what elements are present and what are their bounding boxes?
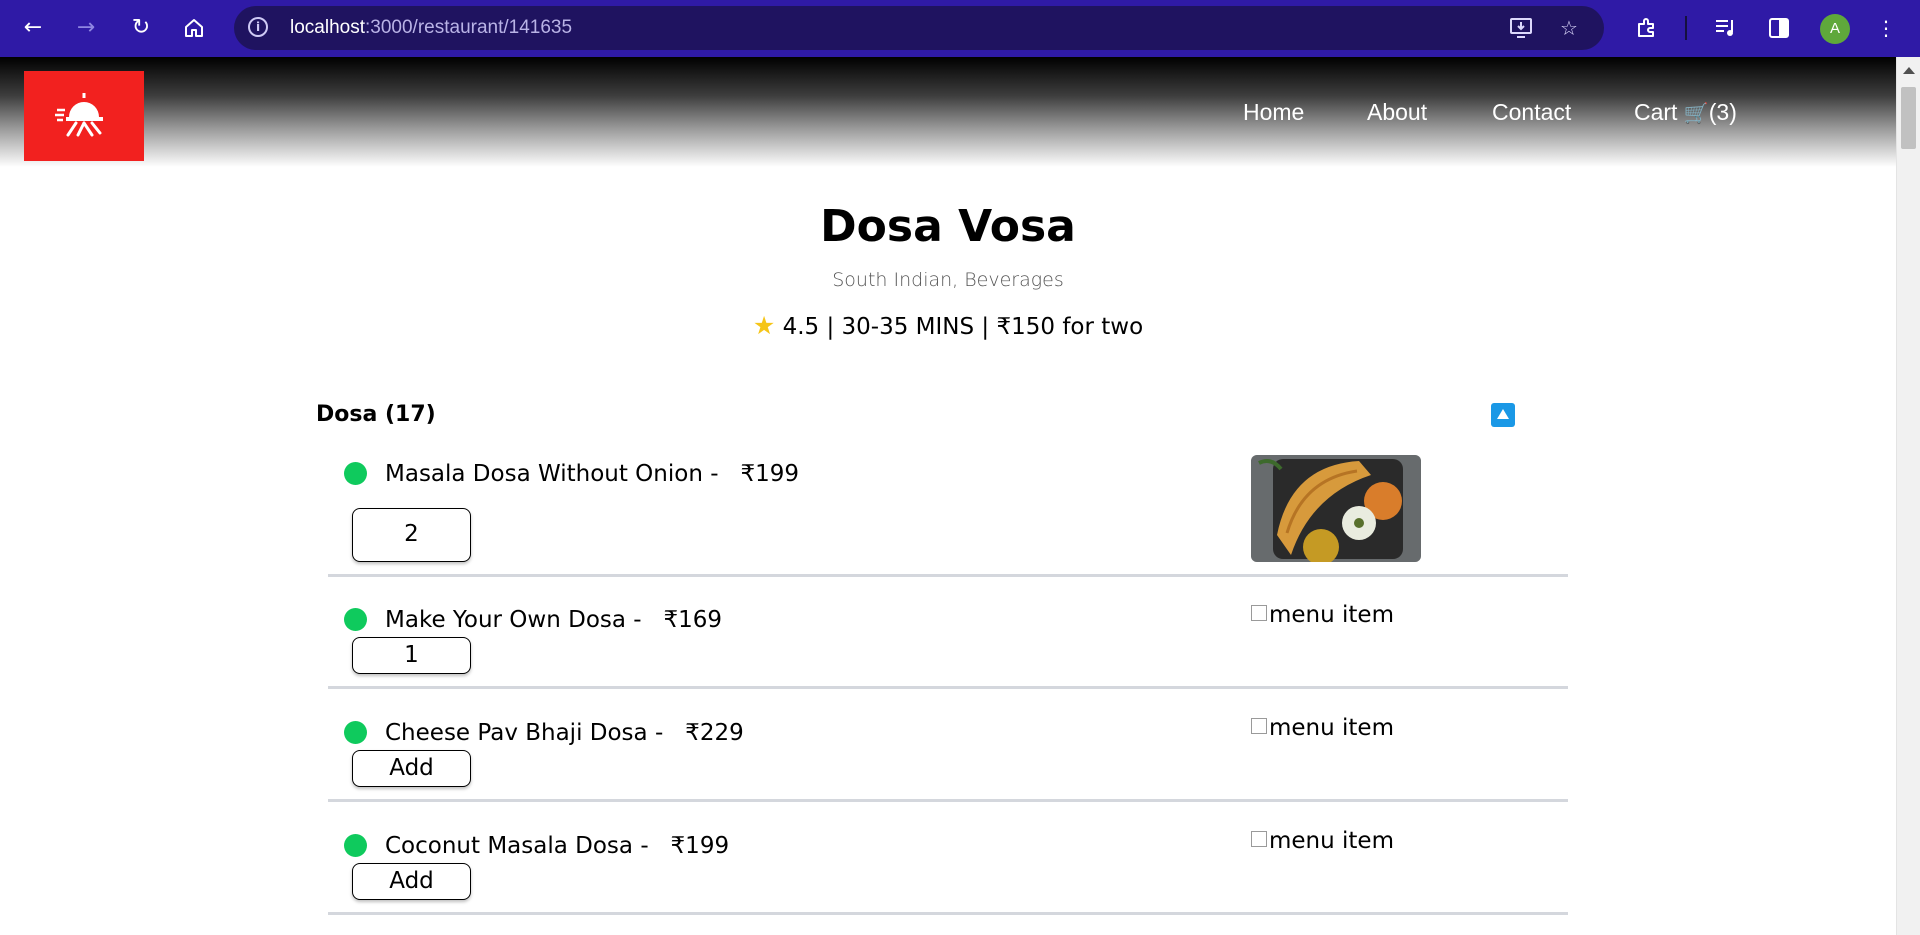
- cart-icon: 🛒: [1683, 103, 1709, 125]
- add-to-cart-button[interactable]: 1: [352, 637, 471, 674]
- delivery-time: 30-35 MINS: [841, 314, 975, 340]
- image-alt-text: menu item: [1269, 602, 1394, 628]
- scroll-up-arrow-icon[interactable]: [1903, 67, 1915, 74]
- home-icon[interactable]: [179, 13, 209, 43]
- item-divider: [328, 799, 1568, 802]
- media-controls-icon[interactable]: [1711, 13, 1741, 43]
- star-icon: ★: [752, 311, 776, 340]
- broken-image-icon: [1251, 831, 1267, 847]
- logo[interactable]: [24, 71, 144, 161]
- image-alt-text: menu item: [1269, 715, 1394, 741]
- cart-label: Cart: [1634, 99, 1678, 125]
- veg-indicator-icon: [344, 834, 367, 857]
- menu-item: Cheese Pav Bhaji Dosa - ₹229 Add menu it…: [328, 709, 1568, 802]
- install-app-icon[interactable]: [1508, 15, 1534, 41]
- url-text[interactable]: localhost:3000/restaurant/141635: [290, 16, 572, 40]
- item-divider: [328, 686, 1568, 689]
- rating: 4.5: [782, 314, 820, 340]
- restaurant-meta: ★ 4.5 | 30-35 MINS | ₹150 for two: [0, 311, 1896, 342]
- add-to-cart-button[interactable]: Add: [352, 863, 471, 900]
- menu-item-image: [1251, 455, 1421, 562]
- profile-avatar[interactable]: A: [1820, 14, 1850, 44]
- site-info-icon[interactable]: i: [248, 17, 268, 37]
- url-path: :3000/restaurant/141635: [365, 17, 573, 38]
- add-to-cart-button[interactable]: Add: [352, 750, 471, 787]
- side-panel-icon[interactable]: [1764, 13, 1794, 43]
- broken-image-icon: [1251, 605, 1267, 621]
- menu-item-name: Coconut Masala Dosa - ₹199: [385, 833, 730, 859]
- menu-item-image: menu item: [1251, 826, 1394, 856]
- cart-count: (3): [1708, 99, 1737, 125]
- menu-item: Coconut Masala Dosa - ₹199 Add menu item: [328, 822, 1568, 915]
- meta-separator: |: [981, 314, 990, 340]
- menu-item-image: menu item: [1251, 600, 1394, 630]
- item-divider: [328, 912, 1568, 915]
- nav-cart-link[interactable]: Cart 🛒(3): [1634, 99, 1737, 126]
- delivery-bell-logo-icon: [55, 93, 103, 137]
- menu-item: Make Your Own Dosa - ₹169 1 menu item: [328, 596, 1568, 689]
- address-bar[interactable]: i localhost:3000/restaurant/141635 ☆: [234, 6, 1604, 50]
- item-divider: [328, 574, 1568, 577]
- page-scrollbar[interactable]: [1896, 57, 1920, 935]
- collapse-toggle-icon[interactable]: [1491, 403, 1515, 427]
- menu-item-name: Masala Dosa Without Onion - ₹199: [385, 461, 799, 487]
- site-header: Home About Contact Cart 🛒(3): [0, 57, 1896, 167]
- nav-about-link[interactable]: About: [1367, 99, 1427, 126]
- browser-toolbar: ← → ↻ i localhost:3000/restaurant/141635…: [0, 0, 1920, 57]
- menu-item-image: menu item: [1251, 713, 1394, 743]
- nav-contact-link[interactable]: Contact: [1492, 99, 1571, 126]
- url-host: localhost: [290, 17, 365, 38]
- broken-image-icon: [1251, 718, 1267, 734]
- veg-indicator-icon: [344, 608, 367, 631]
- veg-indicator-icon: [344, 462, 367, 485]
- toolbar-divider: [1685, 16, 1687, 40]
- restaurant-cuisines: South Indian, Beverages: [832, 269, 1064, 291]
- veg-indicator-icon: [344, 721, 367, 744]
- reload-icon[interactable]: ↻: [126, 13, 156, 43]
- back-arrow-icon[interactable]: ←: [18, 13, 48, 43]
- scroll-thumb[interactable]: [1901, 87, 1916, 149]
- extensions-icon[interactable]: [1632, 13, 1662, 43]
- menu-category-title[interactable]: Dosa (17): [316, 401, 436, 429]
- add-to-cart-button[interactable]: 2: [352, 508, 471, 562]
- cost-for-two: ₹150 for two: [996, 314, 1144, 340]
- meta-separator: |: [826, 314, 835, 340]
- forward-arrow-icon[interactable]: →: [71, 13, 101, 43]
- menu-item-name: Cheese Pav Bhaji Dosa - ₹229: [385, 720, 744, 746]
- menu-item: Masala Dosa Without Onion - ₹199 2: [328, 452, 1568, 577]
- bookmark-star-icon[interactable]: ☆: [1556, 15, 1582, 41]
- nav-home-link[interactable]: Home: [1243, 99, 1304, 126]
- restaurant-name: Dosa Vosa: [820, 201, 1076, 252]
- more-menu-icon[interactable]: ⋮: [1871, 13, 1901, 43]
- image-alt-text: menu item: [1269, 828, 1394, 854]
- menu-item-name: Make Your Own Dosa - ₹169: [385, 607, 723, 633]
